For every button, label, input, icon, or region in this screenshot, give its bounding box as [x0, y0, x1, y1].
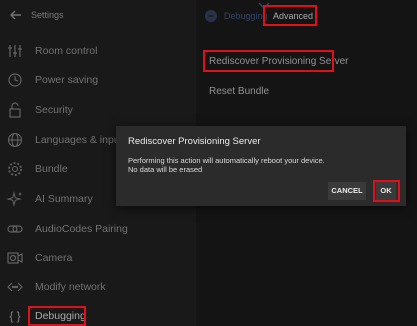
dialog-message-line: No data will be erased — [128, 165, 203, 174]
settings-screen: Settings Room control Power saving Secur… — [0, 0, 417, 326]
cancel-button[interactable]: CANCEL — [328, 182, 366, 200]
ok-button[interactable]: OK — [376, 182, 396, 200]
dialog-title: Rediscover Provisioning Server — [128, 136, 261, 147]
dialog-message: Performing this action will automaticall… — [128, 156, 325, 174]
dialog-message-line: Performing this action will automaticall… — [128, 156, 325, 165]
confirm-dialog: Rediscover Provisioning Server Performin… — [116, 126, 406, 206]
